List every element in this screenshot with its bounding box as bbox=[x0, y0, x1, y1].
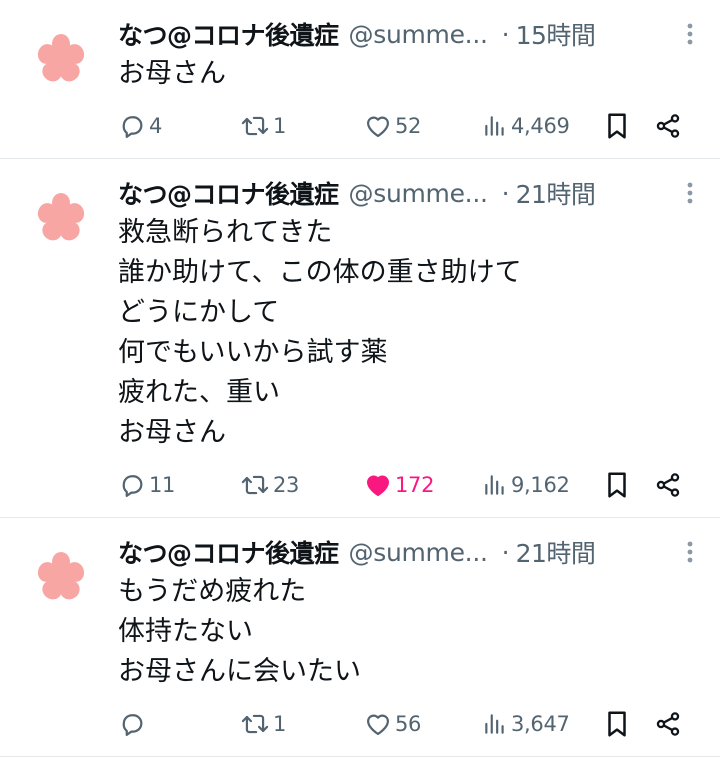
tweet-text-line: どうにかして bbox=[118, 297, 280, 328]
analytics-bars-icon bbox=[482, 471, 508, 499]
retweet-count: 23 bbox=[273, 473, 300, 497]
like-button[interactable]: 172 bbox=[364, 465, 434, 505]
share-icon bbox=[654, 471, 682, 499]
retweet-count: 1 bbox=[273, 114, 287, 138]
like-count: 56 bbox=[395, 712, 422, 736]
share-button[interactable] bbox=[654, 704, 682, 744]
retweet-icon bbox=[240, 710, 270, 738]
reply-icon bbox=[118, 112, 146, 140]
heart-outline-icon bbox=[364, 112, 392, 140]
views-button[interactable]: 9,162 bbox=[482, 465, 570, 505]
tweet-text-line: お母さん bbox=[118, 417, 226, 448]
analytics-bars-icon bbox=[482, 112, 508, 140]
tweet-text-line: 救急断られてきた bbox=[118, 217, 333, 248]
tweet-actions: 1 56 3,647 bbox=[118, 704, 702, 744]
like-count: 52 bbox=[395, 114, 422, 138]
analytics-bars-icon bbox=[482, 710, 508, 738]
avatar[interactable] bbox=[34, 191, 88, 245]
tweet-text-line: 何でもいいから試す薬 bbox=[118, 337, 388, 368]
separator-dot: · bbox=[501, 19, 510, 49]
retweet-count: 1 bbox=[273, 712, 287, 736]
separator-dot: · bbox=[501, 537, 510, 567]
user-handle[interactable]: @summe... bbox=[349, 538, 488, 567]
tweet-text-line: 誰か助けて、この体の重さ助けて bbox=[118, 257, 522, 288]
separator-dot: · bbox=[501, 178, 510, 208]
tweet-text: もうだめ疲れた 体持たない お母さんに会いたい bbox=[118, 572, 702, 692]
display-name[interactable]: なつ@コロナ後遺症 bbox=[118, 175, 339, 211]
retweet-button[interactable]: 1 bbox=[240, 106, 286, 146]
timestamp[interactable]: 15時間 bbox=[516, 16, 596, 52]
bookmark-icon bbox=[604, 470, 630, 500]
retweet-icon bbox=[240, 471, 270, 499]
retweet-button[interactable]: 23 bbox=[240, 465, 299, 505]
tweet-text-line: もうだめ疲れた bbox=[118, 576, 307, 607]
more-options-icon[interactable] bbox=[678, 178, 702, 208]
timestamp[interactable]: 21時間 bbox=[516, 175, 596, 211]
reply-button[interactable]: 4 bbox=[118, 106, 162, 146]
tweet-actions: 4 1 52 4,469 bbox=[118, 106, 702, 146]
views-count: 3,647 bbox=[511, 712, 570, 736]
tweet[interactable]: なつ@コロナ後遺症 @summe... · 15時間 お母さん 4 1 52 4… bbox=[0, 0, 720, 159]
user-handle[interactable]: @summe... bbox=[349, 179, 488, 208]
like-count: 172 bbox=[395, 473, 435, 497]
timestamp[interactable]: 21時間 bbox=[516, 534, 596, 570]
reply-icon bbox=[118, 471, 146, 499]
avatar[interactable] bbox=[34, 550, 88, 604]
heart-outline-icon bbox=[364, 710, 392, 738]
tweet-text-line: 体持たない bbox=[118, 616, 253, 647]
tweet-text: 救急断られてきた 誰か助けて、この体の重さ助けて どうにかして 何でもいいから試… bbox=[118, 213, 702, 453]
like-button[interactable]: 52 bbox=[364, 106, 421, 146]
bookmark-icon bbox=[604, 111, 630, 141]
display-name[interactable]: なつ@コロナ後遺症 bbox=[118, 16, 339, 52]
retweet-icon bbox=[240, 112, 270, 140]
tweet[interactable]: なつ@コロナ後遺症 @summe... · 21時間 救急断られてきた 誰か助け… bbox=[0, 159, 720, 518]
tweet-text: お母さん bbox=[118, 54, 702, 94]
reply-count: 11 bbox=[149, 473, 176, 497]
sakura-flower-icon bbox=[37, 552, 85, 600]
sakura-flower-icon bbox=[37, 34, 85, 82]
retweet-button[interactable]: 1 bbox=[240, 704, 286, 744]
reply-count: 4 bbox=[149, 114, 163, 138]
tweet[interactable]: なつ@コロナ後遺症 @summe... · 21時間 もうだめ疲れた 体持たない… bbox=[0, 518, 720, 757]
more-options-icon[interactable] bbox=[678, 537, 702, 567]
bookmark-button[interactable] bbox=[604, 106, 630, 146]
tweet-text-line: お母さん bbox=[118, 58, 226, 89]
share-button[interactable] bbox=[654, 106, 682, 146]
user-handle[interactable]: @summe... bbox=[349, 20, 488, 49]
reply-button[interactable] bbox=[118, 704, 149, 744]
share-icon bbox=[654, 112, 682, 140]
tweet-text-line: お母さんに会いたい bbox=[118, 656, 361, 687]
share-icon bbox=[654, 710, 682, 738]
tweet-actions: 11 23 172 9,162 bbox=[118, 465, 702, 505]
sakura-flower-icon bbox=[37, 193, 85, 241]
tweet-text-line: 疲れた、重い bbox=[118, 377, 280, 408]
display-name[interactable]: なつ@コロナ後遺症 bbox=[118, 534, 339, 570]
views-button[interactable]: 4,469 bbox=[482, 106, 570, 146]
views-count: 9,162 bbox=[511, 473, 570, 497]
avatar[interactable] bbox=[34, 32, 88, 86]
timeline-feed: なつ@コロナ後遺症 @summe... · 15時間 お母さん 4 1 52 4… bbox=[0, 0, 720, 757]
reply-icon bbox=[118, 710, 146, 738]
bookmark-icon bbox=[604, 709, 630, 739]
like-button[interactable]: 56 bbox=[364, 704, 421, 744]
bookmark-button[interactable] bbox=[604, 465, 630, 505]
views-button[interactable]: 3,647 bbox=[482, 704, 570, 744]
more-options-icon[interactable] bbox=[678, 19, 702, 49]
bookmark-button[interactable] bbox=[604, 704, 630, 744]
views-count: 4,469 bbox=[511, 114, 570, 138]
reply-button[interactable]: 11 bbox=[118, 465, 175, 505]
share-button[interactable] bbox=[654, 465, 682, 505]
heart-filled-icon bbox=[364, 471, 392, 499]
